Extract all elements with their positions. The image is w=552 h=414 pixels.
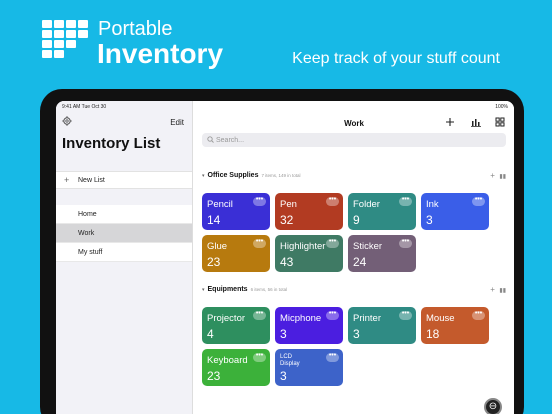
section-count: 6 items, 56 in total xyxy=(250,287,288,292)
section-header-office-supplies[interactable]: ▾ Office Supplies 7 items, 149 in total xyxy=(202,172,301,179)
search-placeholder: Search... xyxy=(216,137,245,144)
item-card[interactable]: Pencil 14 ••• xyxy=(202,193,270,230)
more-options-icon[interactable]: ••• xyxy=(399,238,412,248)
search-input[interactable]: Search... xyxy=(202,133,506,147)
item-card[interactable]: Mouse 18 ••• xyxy=(421,307,489,344)
inventory-lists: Home Work My stuff xyxy=(56,205,192,262)
sidebar: Edit Inventory List + New List Home Work… xyxy=(56,101,193,414)
item-name: Mouse xyxy=(426,313,455,324)
item-card[interactable]: Printer 3 ••• xyxy=(348,307,416,344)
page-title: Inventory List xyxy=(62,135,161,152)
item-name: Highlighter xyxy=(280,241,326,252)
more-options-icon[interactable]: ••• xyxy=(253,196,266,206)
more-options-icon[interactable]: ••• xyxy=(326,310,339,320)
stats-icon[interactable]: ▮▮ xyxy=(499,288,506,294)
item-card[interactable]: Micphone 3 ••• xyxy=(275,307,343,344)
section-count: 7 items, 149 in total xyxy=(261,173,301,178)
item-count: 3 xyxy=(280,327,287,341)
item-card[interactable]: Sticker 24 ••• xyxy=(348,235,416,272)
grid-view-icon[interactable] xyxy=(494,116,506,128)
item-name: Folder xyxy=(353,199,380,210)
more-options-icon[interactable]: ••• xyxy=(326,352,339,362)
item-card[interactable]: Highlighter 43 ••• xyxy=(275,235,343,272)
item-card[interactable]: Pen 32 ••• xyxy=(275,193,343,230)
section-title: Office Supplies xyxy=(207,172,259,179)
more-options-icon[interactable]: ••• xyxy=(326,196,339,206)
floating-action-button[interactable]: ⊖ xyxy=(484,398,502,414)
add-icon[interactable] xyxy=(444,116,456,128)
stats-icon[interactable]: ▮▮ xyxy=(499,174,506,180)
item-count: 3 xyxy=(353,327,360,341)
item-card[interactable]: Folder 9 ••• xyxy=(348,193,416,230)
section-actions: + ▮▮ xyxy=(490,171,506,180)
more-options-icon[interactable]: ••• xyxy=(472,196,485,206)
add-icon[interactable]: + xyxy=(490,285,495,294)
item-name: Projector xyxy=(207,313,246,324)
item-card[interactable]: Projector 4 ••• xyxy=(202,307,270,344)
add-icon[interactable]: + xyxy=(490,171,495,180)
collapse-icon: ▾ xyxy=(202,173,205,179)
stats-icon[interactable] xyxy=(470,116,482,128)
new-list-label: New List xyxy=(78,177,105,184)
new-list-button[interactable]: + New List xyxy=(56,171,192,189)
item-count: 32 xyxy=(280,213,294,227)
item-name: Pencil xyxy=(207,199,233,210)
app-logo-icon xyxy=(42,20,88,58)
item-count: 24 xyxy=(353,255,367,269)
plus-icon: + xyxy=(64,175,70,185)
item-count: 3 xyxy=(280,369,287,383)
item-name: Micphone xyxy=(280,313,322,324)
item-name: Ink xyxy=(426,199,439,210)
main-title: Work xyxy=(344,119,364,128)
sidebar-item-home[interactable]: Home xyxy=(56,205,192,224)
more-options-icon[interactable]: ••• xyxy=(326,238,339,248)
section-header-equipments[interactable]: ▾ Equipments 6 items, 56 in total xyxy=(202,286,287,293)
status-battery: 100% xyxy=(495,104,508,110)
tablet-device: Edit Inventory List + New List Home Work… xyxy=(40,89,524,414)
item-name: Pen xyxy=(280,199,297,210)
item-count: 14 xyxy=(207,213,221,227)
status-bar: 9:41 AM Tue Oct 30 100% xyxy=(56,101,514,111)
item-name: Sticker xyxy=(353,241,383,252)
item-card[interactable]: Ink 3 ••• xyxy=(421,193,489,230)
sidebar-item-work[interactable]: Work xyxy=(56,224,192,243)
more-options-icon[interactable]: ••• xyxy=(253,238,266,248)
item-count: 9 xyxy=(353,213,360,227)
section-actions: + ▮▮ xyxy=(490,285,506,294)
app-name-line2: Inventory xyxy=(97,38,224,69)
item-card[interactable]: Glue 23 ••• xyxy=(202,235,270,272)
section-title: Equipments xyxy=(207,286,248,293)
tagline: Keep track of your stuff count xyxy=(292,50,500,67)
item-name: Printer xyxy=(353,313,381,324)
more-options-icon[interactable]: ••• xyxy=(253,310,266,320)
tablet-screen: Edit Inventory List + New List Home Work… xyxy=(56,101,514,414)
item-count: 18 xyxy=(426,327,440,341)
gear-icon[interactable] xyxy=(62,116,72,126)
search-icon xyxy=(207,136,214,143)
item-count: 23 xyxy=(207,369,221,383)
collapse-icon: ▾ xyxy=(202,287,205,293)
more-options-icon[interactable]: ••• xyxy=(472,310,485,320)
more-options-icon[interactable]: ••• xyxy=(399,310,412,320)
item-name: Glue xyxy=(207,241,228,252)
item-count: 23 xyxy=(207,255,221,269)
item-count: 3 xyxy=(426,213,433,227)
item-count: 43 xyxy=(280,255,294,269)
item-name: Keyboard xyxy=(207,355,248,366)
item-card[interactable]: LCD Display 3 ••• xyxy=(275,349,343,386)
main-panel: Work Search... ▾ Office Supplies 7 items, … xyxy=(194,101,514,414)
status-time: 9:41 AM Tue Oct 30 xyxy=(62,104,107,110)
more-options-icon[interactable]: ••• xyxy=(399,196,412,206)
edit-button[interactable]: Edit xyxy=(170,118,184,127)
item-count: 4 xyxy=(207,327,214,341)
sidebar-item-my-stuff[interactable]: My stuff xyxy=(56,243,192,262)
item-card[interactable]: Keyboard 23 ••• xyxy=(202,349,270,386)
item-name: LCD Display xyxy=(280,354,300,367)
more-options-icon[interactable]: ••• xyxy=(253,352,266,362)
